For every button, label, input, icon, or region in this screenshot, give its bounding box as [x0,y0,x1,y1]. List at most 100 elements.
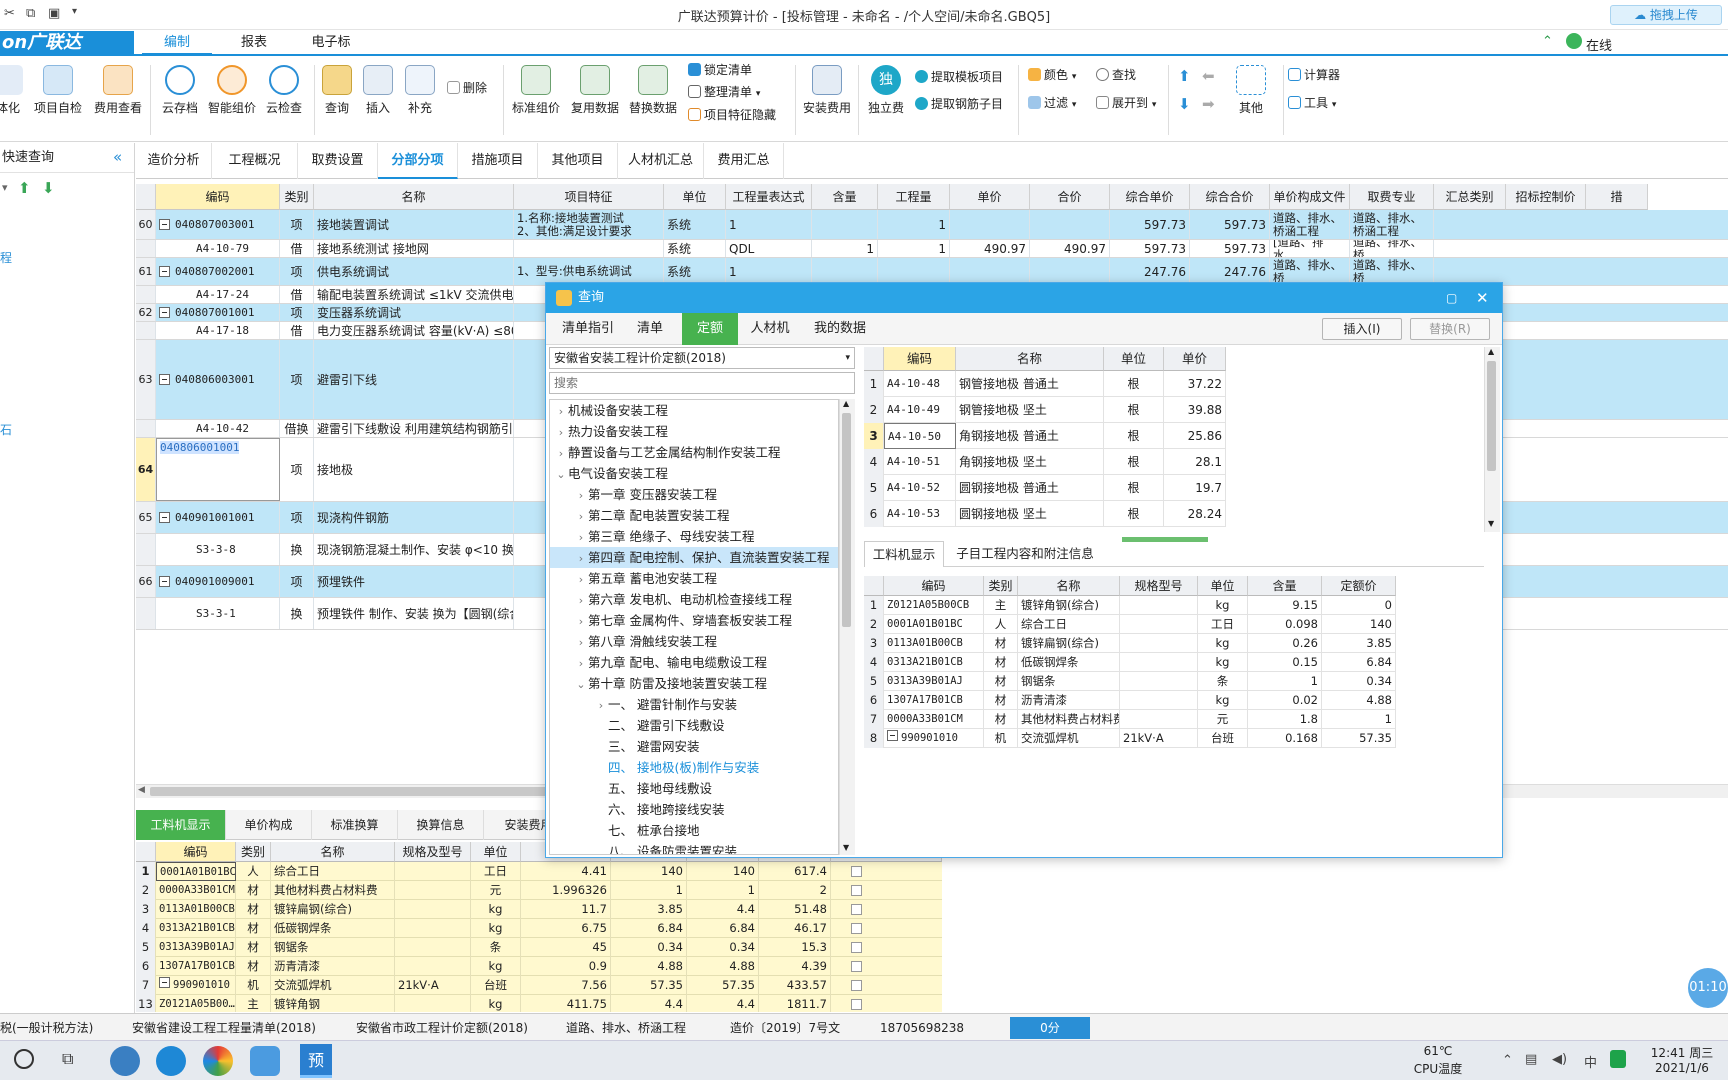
cell-code[interactable]: 040901001001 [156,502,280,533]
material-cell[interactable]: 0.9 [521,957,611,976]
panel-dropdown-icon[interactable]: ▾ [2,181,8,194]
quota-material-cell[interactable]: 140 [1322,615,1396,634]
grid-header-name[interactable]: 名称 [314,184,514,210]
menu-tab-ebid[interactable]: 电子标 [296,30,366,56]
results-cell[interactable]: 根 [1104,397,1164,423]
app-tray-icon[interactable] [1610,1050,1626,1068]
material-cell[interactable] [395,919,471,938]
menu-tab-report[interactable]: 报表 [219,30,289,56]
cell-content[interactable] [812,210,878,239]
results-row[interactable]: 4 A4-10-51 角钢接地极 坚土根 28.1 [864,449,1226,475]
results-cell[interactable]: 39.88 [1164,397,1226,423]
results-cell[interactable]: 根 [1104,371,1164,397]
quota-material-cell[interactable]: 材 [984,672,1018,691]
ribbon-install-cost-button[interactable]: 安装费用 [797,63,857,116]
results-header-name[interactable]: 名称 [956,347,1104,371]
cell-type[interactable]: 借 [280,240,314,257]
quota-material-cell[interactable] [1120,672,1198,691]
material-cell[interactable] [395,881,471,900]
quota-material-header-name[interactable]: 名称 [1018,576,1120,596]
material-cell[interactable]: 4.4 [687,900,759,919]
quota-material-row[interactable]: 2 0001A01B01BC 人综合工日 工日 0.098 140 [864,615,1396,634]
quota-material-cell[interactable]: 0313A21B01CB [884,653,984,672]
cell-utotal[interactable]: 597.73 [1190,210,1270,239]
material-cell[interactable]: 6.84 [687,919,759,938]
quota-material-header-type[interactable]: 类别 [984,576,1018,596]
chevron-right-icon[interactable]: › [574,611,588,632]
tree-node[interactable]: 八、 设备防雷装置安装 [550,841,838,854]
cell-spec[interactable]: 道路、排水、桥涵工程 [1350,210,1434,239]
material-cell[interactable]: 主 [236,995,271,1012]
scroll-left-icon[interactable]: ◀ [138,785,145,795]
material-cell[interactable]: 材 [236,900,271,919]
results-cell[interactable]: 圆钢接地极 坚土 [956,501,1104,527]
results-row[interactable]: 1 A4-10-48 钢管接地极 普通土根 37.22 [864,371,1226,397]
cell-expr[interactable]: QDL [726,240,812,257]
quota-material-row[interactable]: 5 0313A39B01AJ 材钢锯条 条 1 0.34 [864,672,1396,691]
calculator-button[interactable]: 计算器 [1288,64,1340,86]
ribbon-self-check-button[interactable]: 项目自检 [28,63,88,116]
ribbon-supplement-button[interactable]: 补充 [390,63,450,116]
tree-node[interactable]: 三、 避雷网安装 [550,736,838,757]
tree-node[interactable]: › 第八章 滑触线安装工程 [550,631,838,652]
cell-utotal[interactable]: 597.73 [1190,240,1270,257]
quota-material-cell[interactable] [1120,615,1198,634]
cell-no[interactable] [136,420,156,437]
hide-feature-button[interactable]: 项目特征隐藏 [688,104,776,126]
quota-material-cell[interactable]: 3 [864,634,884,653]
tab-quota-notes[interactable]: 子目工程内容和附注信息 [950,541,1100,567]
results-cell[interactable]: 角钢接地极 坚土 [956,449,1104,475]
material-cell[interactable]: kg [471,995,521,1012]
ribbon-std-price-button[interactable]: 标准组价 [506,63,566,116]
cell-no[interactable]: 65 [136,502,156,533]
cell-type[interactable]: 换 [280,598,314,629]
material-cell[interactable]: kg [471,957,521,976]
row-checkbox[interactable] [851,980,862,991]
cell-no[interactable]: 64 [136,438,156,501]
network-icon[interactable]: ▤ [1525,1052,1537,1067]
insert-button[interactable]: 插入(I) [1322,318,1402,340]
material-cell[interactable]: 条 [471,938,521,957]
collapse-toggle-icon[interactable] [159,374,170,385]
material-cell[interactable] [395,995,471,1012]
material-header-unit[interactable]: 单位 [471,842,521,862]
chevron-right-icon[interactable]: › [554,443,568,464]
cell-name[interactable]: 电力变压器系统调试 容量(kV·A) ≤800 [314,322,514,339]
results-cell[interactable]: 4 [864,449,884,475]
tab-material-summary[interactable]: 人材机汇总 [618,143,704,179]
table-row[interactable]: 1 0001A01B01BC 人综合工日 工日 4.41 140 140 617.4 [136,862,942,881]
material-cell[interactable]: 机 [236,976,271,995]
chevron-right-icon[interactable]: › [574,632,588,653]
tree-node[interactable]: › 静置设备与工艺金属结构制作安装工程 [550,442,838,463]
material-cell[interactable]: 13 [136,995,156,1012]
results-scrollbar[interactable]: ▲ ▼ [1484,347,1500,532]
quota-material-cell[interactable]: 0.168 [1248,729,1322,748]
table-row[interactable]: 5 0313A39B01AJ 材钢锯条条 45 0.34 0.34 15.3 [136,938,942,957]
cell-code[interactable]: A4-17-18 [156,322,280,339]
quota-material-cell[interactable] [1120,691,1198,710]
cell-name[interactable]: 接地极 [314,438,514,501]
cell-code[interactable]: S3-3-8 [156,534,280,565]
lock-list-button[interactable]: 锁定清单 [688,59,752,81]
delete-button[interactable]: 删除 [447,77,487,99]
quota-material-cell[interactable]: 0313A39B01AJ [884,672,984,691]
chevron-right-icon[interactable]: › [574,485,588,506]
material-cell[interactable]: 台班 [471,976,521,995]
grid-header-total-composite[interactable]: 综合合价 [1190,184,1270,210]
quota-material-cell[interactable]: 其他材料费占材料费 [1018,710,1120,729]
cell-code[interactable]: 040901009001 [156,566,280,597]
results-cell[interactable]: 2 [864,397,884,423]
cell-no[interactable]: 66 [136,566,156,597]
results-cell[interactable]: A4-10-52 [884,475,956,501]
panel-up-icon[interactable]: ⬆ [18,179,31,197]
quick-access-dropdown-icon[interactable]: ▾ [72,6,77,17]
tab-material-display[interactable]: 工料机显示 [136,810,226,840]
cell-name[interactable]: 预埋铁件 制作、安装 换为【圆钢(综合)】 [314,598,514,629]
results-cell[interactable]: A4-10-50 [884,423,956,449]
cell-type[interactable]: 借 [280,286,314,303]
material-cell[interactable]: 4.4 [687,995,759,1012]
cell-uprice[interactable]: 597.73 [1110,210,1190,239]
material-cell[interactable]: 0.34 [687,938,759,957]
tab-bill-guide[interactable]: 清单指引 [554,313,622,345]
material-cell[interactable]: 6.75 [521,919,611,938]
